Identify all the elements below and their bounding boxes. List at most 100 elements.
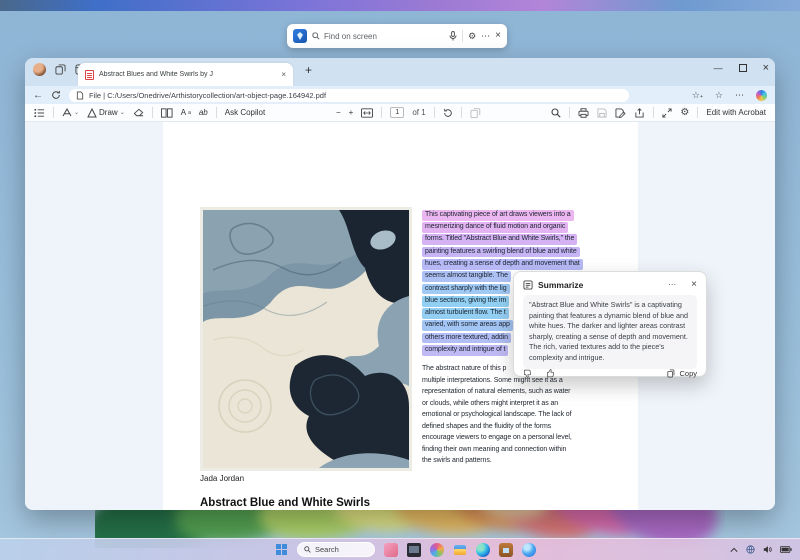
divider bbox=[216, 107, 217, 118]
page-number-input[interactable]: 1 bbox=[390, 107, 404, 118]
divider bbox=[461, 107, 462, 118]
app-icon-laptop[interactable] bbox=[407, 543, 421, 557]
divider bbox=[462, 30, 463, 42]
taskbar-search-label: Search bbox=[315, 545, 339, 554]
popup-more-icon[interactable]: ⋯ bbox=[668, 280, 676, 289]
divider bbox=[697, 107, 698, 118]
find-widget-logo-icon bbox=[293, 29, 307, 43]
window-close-button[interactable]: × bbox=[763, 62, 769, 74]
pdf-toolbar: ⌄ Draw ⌄ Aa ab Ask Copilot − + 1 of 1 bbox=[25, 104, 775, 122]
search-icon bbox=[304, 546, 311, 553]
pdf-settings-gear-icon[interactable]: ⚙ bbox=[680, 108, 689, 118]
start-button[interactable] bbox=[276, 544, 288, 556]
read-aloud-glyph: A bbox=[181, 108, 186, 117]
url-text: File | C:/Users/Onedrive/Arthistorycolle… bbox=[89, 91, 326, 100]
browser-window: Abstract Blues and White Swirls by J × +… bbox=[25, 58, 775, 510]
thumbs-up-icon[interactable] bbox=[546, 369, 555, 378]
ask-copilot-button[interactable]: Ask Copilot bbox=[225, 108, 265, 117]
divider bbox=[53, 107, 54, 118]
zoom-in-button[interactable]: + bbox=[349, 108, 354, 117]
tab-close-icon[interactable]: × bbox=[281, 70, 286, 79]
read-aloud-sup: a bbox=[188, 110, 191, 116]
two-page-view-icon[interactable] bbox=[161, 108, 173, 118]
pdf-viewer: This captivating piece of art draws view… bbox=[25, 122, 775, 510]
highlight-tool-button[interactable]: ⌄ bbox=[62, 108, 79, 118]
copilot-orb-icon[interactable] bbox=[756, 90, 767, 101]
address-url-field[interactable]: File | C:/Users/Onedrive/Arthistorycolle… bbox=[69, 89, 629, 102]
app-icon-copilot[interactable] bbox=[522, 543, 536, 557]
wallpaper-ribbon bbox=[0, 0, 800, 11]
page-total-label: of 1 bbox=[412, 108, 425, 117]
fullscreen-icon[interactable] bbox=[662, 108, 672, 118]
back-icon[interactable]: ← bbox=[33, 90, 43, 101]
find-more-icon[interactable]: ⋯ bbox=[481, 32, 490, 41]
artwork-title: Abstract Blue and White Swirls bbox=[200, 493, 370, 510]
app-icon-store[interactable] bbox=[499, 543, 513, 557]
popup-close-icon[interactable]: × bbox=[691, 279, 697, 290]
text-select-button[interactable]: ab bbox=[199, 108, 208, 117]
highlighted-line: painting features a swirling blend of bl… bbox=[422, 247, 580, 258]
window-minimize-button[interactable]: — bbox=[714, 63, 723, 73]
eraser-icon[interactable] bbox=[133, 108, 144, 118]
rotate-icon[interactable] bbox=[443, 108, 453, 118]
app-icon-photos[interactable] bbox=[430, 543, 444, 557]
workspaces-icon[interactable] bbox=[55, 64, 66, 75]
network-icon[interactable] bbox=[746, 545, 755, 554]
popup-title: Summarize bbox=[538, 280, 663, 290]
desktop: Find on screen ⚙ ⋯ × Abstract Blues and … bbox=[0, 0, 800, 560]
find-in-document-icon[interactable] bbox=[551, 108, 561, 118]
divider bbox=[569, 107, 570, 118]
volume-icon[interactable] bbox=[763, 545, 772, 554]
thumbs-down-icon[interactable] bbox=[523, 369, 532, 378]
app-icon-file-explorer[interactable] bbox=[453, 543, 467, 557]
highlighted-line: This captivating piece of art draws view… bbox=[422, 210, 574, 221]
tab-strip: Abstract Blues and White Swirls by J × +… bbox=[25, 58, 775, 86]
draw-tool-button[interactable]: Draw ⌄ bbox=[87, 108, 125, 118]
contents-icon[interactable] bbox=[34, 108, 45, 118]
pdf-file-icon bbox=[85, 70, 94, 80]
divider bbox=[152, 107, 153, 118]
profile-avatar[interactable] bbox=[33, 63, 46, 76]
find-on-screen-widget: Find on screen ⚙ ⋯ × bbox=[287, 24, 507, 48]
favorites-icon[interactable]: ☆ bbox=[715, 90, 723, 101]
highlighted-line: complexity and intrigue of t bbox=[422, 345, 508, 356]
find-close-icon[interactable]: × bbox=[495, 31, 501, 41]
add-page-icon[interactable] bbox=[470, 108, 481, 118]
share-icon[interactable] bbox=[634, 108, 645, 118]
window-maximize-button[interactable] bbox=[739, 64, 747, 72]
popup-summary-text: "Abstract Blue and White Swirls" is a ca… bbox=[523, 295, 697, 369]
tray-chevron-up-icon[interactable] bbox=[730, 547, 738, 553]
zoom-out-button[interactable]: − bbox=[336, 108, 341, 117]
print-icon[interactable] bbox=[578, 108, 589, 118]
taskbar-search[interactable]: Search bbox=[297, 542, 375, 557]
summarize-popup: Summarize ⋯ × "Abstract Blue and White S… bbox=[513, 271, 707, 377]
refresh-icon[interactable] bbox=[51, 90, 61, 100]
tab-title: Abstract Blues and White Swirls by J bbox=[99, 71, 276, 78]
read-aloud-button[interactable]: Aa bbox=[181, 108, 191, 117]
browser-more-icon[interactable]: ⋯ bbox=[735, 90, 744, 101]
draw-label: Draw bbox=[99, 108, 118, 117]
save-icon[interactable] bbox=[597, 108, 607, 118]
highlighted-line: almost turbulent flow. The t bbox=[422, 308, 509, 319]
battery-icon[interactable] bbox=[780, 546, 792, 553]
microphone-icon[interactable] bbox=[449, 31, 457, 41]
edit-with-acrobat-button[interactable]: Edit with Acrobat bbox=[706, 108, 766, 117]
browser-tab[interactable]: Abstract Blues and White Swirls by J × bbox=[78, 63, 293, 86]
highlighted-line: seems almost tangible. The bbox=[422, 271, 511, 282]
app-icon-paint[interactable] bbox=[384, 543, 398, 557]
favorites-add-icon[interactable]: ☆+ bbox=[692, 90, 703, 101]
search-icon bbox=[312, 32, 320, 40]
popup-copy-button[interactable]: Copy bbox=[667, 369, 697, 378]
fit-to-width-icon[interactable] bbox=[361, 108, 373, 118]
file-icon bbox=[76, 91, 84, 100]
highlighted-line: varied, with some areas app bbox=[422, 320, 513, 331]
new-tab-button[interactable]: + bbox=[305, 63, 312, 77]
highlighted-line: mesmerizing dance of fluid motion and or… bbox=[422, 222, 568, 233]
copy-label: Copy bbox=[679, 369, 697, 378]
find-input[interactable]: Find on screen bbox=[312, 32, 444, 41]
app-icon-edge-active[interactable] bbox=[476, 543, 490, 557]
save-as-icon[interactable] bbox=[615, 108, 626, 118]
taskbar: Search bbox=[0, 538, 800, 560]
find-settings-gear-icon[interactable]: ⚙ bbox=[468, 32, 476, 41]
pen-icon bbox=[87, 108, 97, 118]
